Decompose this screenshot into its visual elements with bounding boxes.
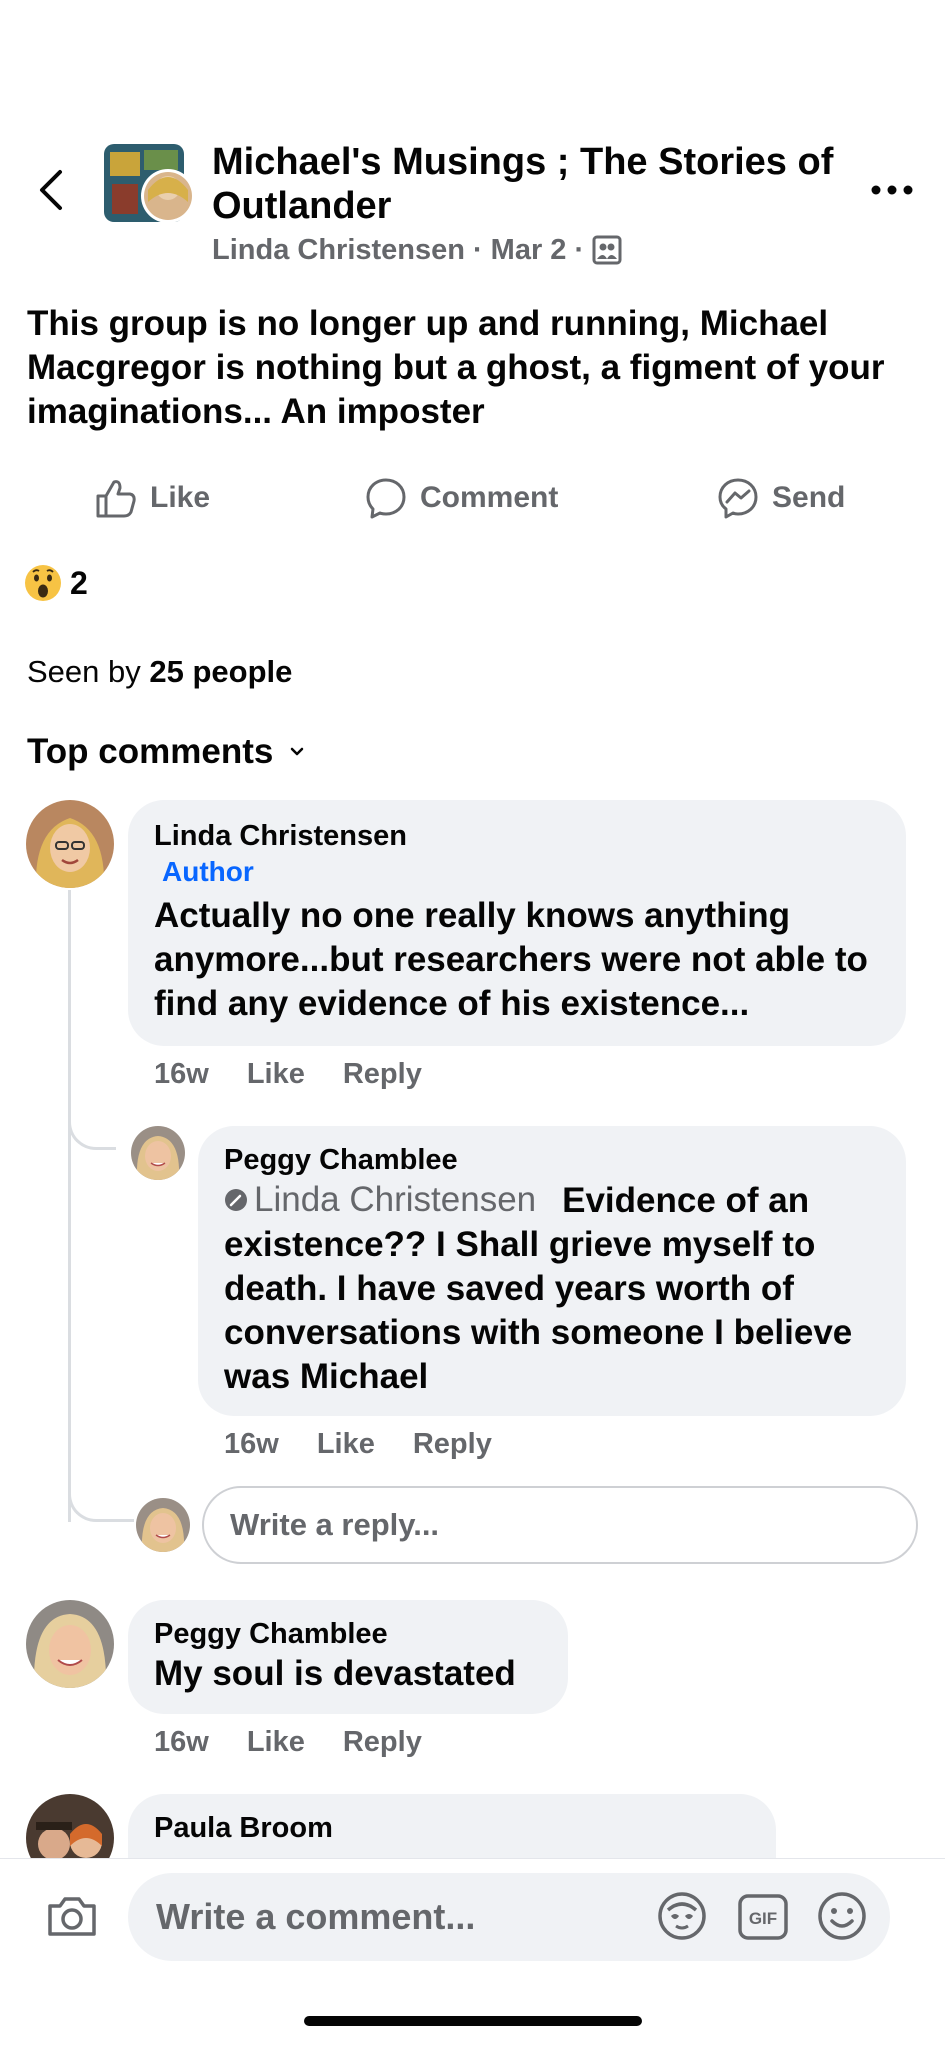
smiley-icon [818, 1892, 866, 1940]
like-label: Like [150, 481, 211, 514]
comment-text: My soul is devastated [154, 1654, 516, 1693]
comment-sort-dropdown[interactable]: Top comments [27, 732, 305, 772]
camera-button[interactable] [44, 1888, 100, 1944]
comment-placeholder: Write a comment... [156, 1896, 476, 1937]
comment-meta: 16w Like Reply [154, 1726, 422, 1759]
comment-author[interactable]: Paula Broom [154, 1810, 750, 1846]
comment-meta: 16w Like Reply [224, 1428, 492, 1461]
more-options-button[interactable] [868, 170, 916, 210]
camera-icon [48, 1897, 96, 1936]
members-group-icon [592, 235, 622, 265]
more-dots-icon [871, 185, 913, 195]
group-avatar[interactable] [104, 144, 196, 224]
comment-time[interactable]: 16w [154, 1726, 209, 1759]
seen-count: 25 people [149, 654, 293, 689]
mention-name: Linda Christensen [254, 1180, 537, 1219]
messenger-icon [718, 478, 758, 519]
post-text: This group is no longer up and running, … [27, 304, 885, 431]
thumbs-up-icon [96, 480, 136, 518]
comment-bubble[interactable]: Peggy Chamblee Linda Christensen Evidence… [198, 1126, 906, 1416]
post-actions: Like Comment Send [0, 470, 945, 526]
post-meta: Linda Christensen · Mar 2 · [212, 232, 622, 268]
comment-author[interactable]: Peggy Chamblee [154, 1616, 542, 1652]
avatar-sticker-button[interactable] [654, 1888, 710, 1944]
post-author[interactable]: Linda Christensen [212, 232, 465, 268]
top-comments-label: Top comments [27, 732, 274, 771]
chevron-left-icon [40, 170, 62, 210]
comment-author[interactable]: Linda Christensen [154, 818, 880, 854]
comment-time[interactable]: 16w [224, 1428, 279, 1461]
svg-text:GIF: GIF [749, 1909, 777, 1928]
back-button[interactable] [30, 160, 74, 220]
mention-tag[interactable]: Linda Christensen [224, 1178, 536, 1222]
author-badge: Author [162, 856, 254, 887]
thread-connector [68, 1090, 116, 1150]
comment-author[interactable]: Peggy Chamblee [224, 1142, 880, 1178]
avatar-sticker-icon [658, 1892, 706, 1940]
thread-line [68, 890, 116, 1522]
avatar [136, 1498, 190, 1552]
post-date[interactable]: Mar 2 [491, 232, 567, 268]
comment-body: Linda Christensen Evidence of an existenc… [224, 1178, 880, 1399]
comment-bubble-icon [366, 478, 406, 519]
comment-like-button[interactable]: Like [247, 1058, 305, 1091]
meta-separator-2: · [574, 234, 585, 266]
mention-badge-icon [225, 1189, 247, 1211]
comment-button[interactable]: Comment [364, 470, 558, 526]
gif-button[interactable]: GIF [736, 1890, 790, 1944]
reaction-count: 2 [70, 564, 88, 601]
avatar[interactable] [26, 1600, 114, 1688]
meta-separator: · [473, 234, 483, 266]
gif-icon: GIF [738, 1894, 788, 1940]
home-indicator[interactable] [304, 2016, 642, 2026]
chevron-down-icon [291, 747, 304, 756]
group-title[interactable]: Michael's Musings ; The Stories of Outla… [212, 140, 852, 228]
comment-reply-button[interactable]: Reply [343, 1058, 422, 1091]
send-button[interactable]: Send [716, 470, 845, 526]
seen-prefix: Seen by [27, 654, 150, 689]
emoji-button[interactable] [814, 1888, 870, 1944]
comment-text: Actually no one really knows anything an… [154, 896, 868, 1023]
thread-connector [68, 1460, 134, 1522]
comment-like-button[interactable]: Like [247, 1726, 305, 1759]
comment-reply-button[interactable]: Reply [343, 1726, 422, 1759]
send-label: Send [772, 481, 846, 514]
comment-time[interactable]: 16w [154, 1058, 209, 1091]
comment-meta: 16w Like Reply [154, 1058, 422, 1091]
wow-reaction-icon [25, 565, 61, 601]
avatar[interactable] [131, 1126, 185, 1180]
comment-reply-button[interactable]: Reply [413, 1428, 492, 1461]
comment-bubble[interactable]: Peggy Chamblee My soul is devastated [128, 1600, 568, 1714]
comment-label: Comment [420, 481, 559, 514]
reply-input[interactable]: Write a reply... [202, 1486, 918, 1564]
reaction-summary[interactable]: 2 [24, 564, 88, 602]
comment-bubble[interactable]: Linda Christensen Author Actually no one… [128, 800, 906, 1046]
seen-by[interactable]: Seen by 25 people [27, 654, 292, 690]
avatar[interactable] [26, 800, 114, 888]
like-button[interactable]: Like [94, 470, 210, 526]
comment-like-button[interactable]: Like [317, 1428, 375, 1461]
